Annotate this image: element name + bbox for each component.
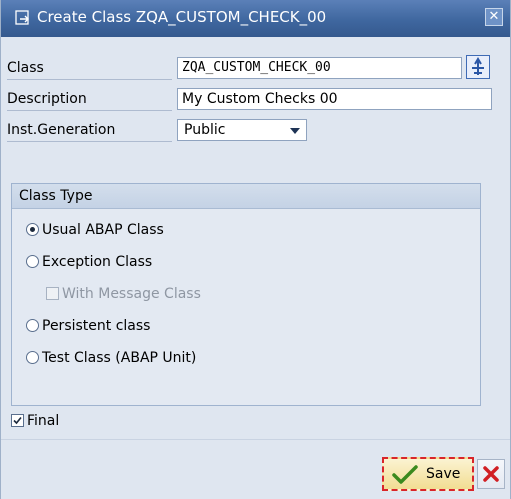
search-help-button[interactable] — [466, 55, 490, 79]
radio-label: Persistent class — [42, 318, 151, 334]
radio-unselected-icon[interactable] — [26, 319, 39, 332]
checkbox-disabled-icon — [46, 287, 59, 300]
button-bar: Save — [1, 439, 510, 499]
x-icon — [483, 466, 499, 486]
checkmark-icon — [392, 465, 418, 489]
dialog-content: Class ZQA_CUSTOM_CHECK_00 Description My… — [1, 37, 510, 439]
class-name-value: ZQA_CUSTOM_CHECK_00 — [182, 60, 331, 75]
class-name-field[interactable]: ZQA_CUSTOM_CHECK_00 — [177, 57, 462, 79]
save-label: Save — [426, 466, 461, 482]
window-icon — [15, 10, 31, 30]
class-label: Class — [7, 60, 44, 76]
description-value: My Custom Checks 00 — [182, 91, 338, 107]
radio-label: Usual ABAP Class — [42, 222, 164, 238]
inst-generation-dropdown[interactable]: Public — [177, 119, 307, 141]
class-type-title: Class Type — [19, 188, 93, 204]
class-type-header: Class Type — [12, 184, 480, 209]
description-label: Description — [7, 91, 87, 107]
chevron-down-icon — [290, 128, 300, 134]
inst-generation-label: Inst.Generation — [7, 122, 116, 138]
inst-generation-value: Public — [184, 122, 226, 138]
checkbox-checked-icon[interactable] — [11, 414, 24, 427]
window-title: Create Class ZQA_CUSTOM_CHECK_00 — [37, 8, 327, 26]
create-class-dialog: Create Class ZQA_CUSTOM_CHECK_00 ✕ Class… — [0, 0, 511, 499]
radio-label: Exception Class — [42, 254, 153, 270]
title-bar: Create Class ZQA_CUSTOM_CHECK_00 ✕ — [1, 0, 510, 37]
radio-label: Test Class (ABAP Unit) — [42, 350, 197, 366]
description-field[interactable]: My Custom Checks 00 — [177, 88, 492, 110]
radio-selected-icon[interactable] — [26, 223, 39, 236]
save-button[interactable]: Save — [382, 457, 474, 491]
divider — [1, 439, 510, 440]
radio-unselected-icon[interactable] — [26, 351, 39, 364]
checkbox-label: With Message Class — [62, 286, 201, 302]
final-label: Final — [27, 413, 60, 429]
cancel-button[interactable] — [477, 459, 505, 489]
class-type-group: Class Type Usual ABAP Class Exception Cl… — [11, 183, 481, 406]
close-icon[interactable]: ✕ — [485, 8, 503, 26]
radio-unselected-icon[interactable] — [26, 255, 39, 268]
